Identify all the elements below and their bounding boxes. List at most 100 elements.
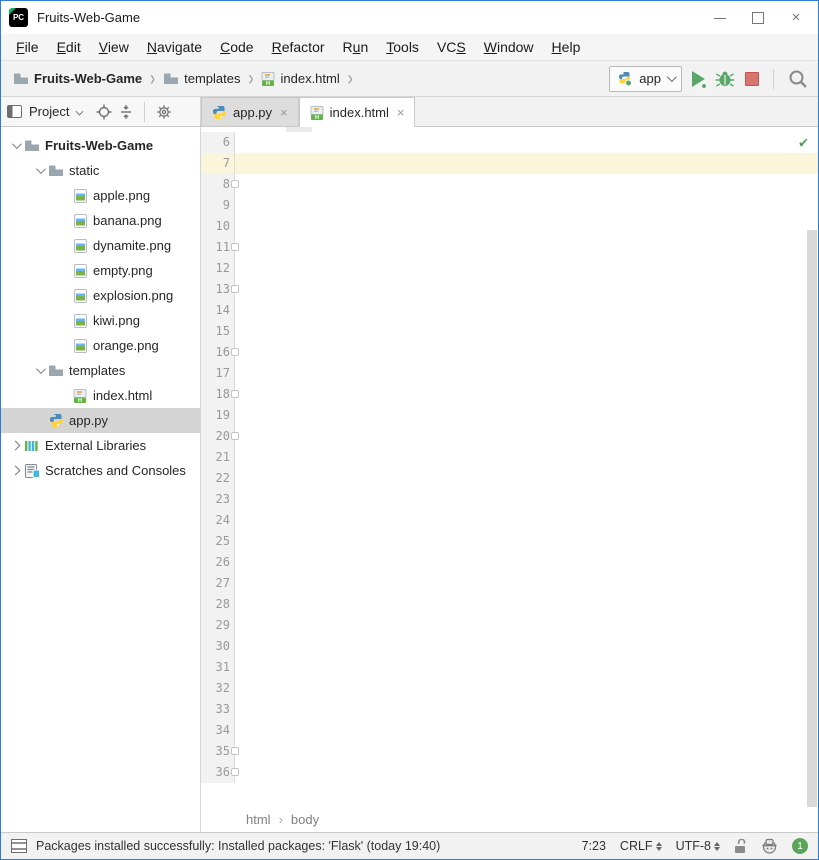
editor-breadcrumb-item[interactable]: html — [246, 812, 271, 827]
menu-item-navigate[interactable]: Navigate — [138, 36, 211, 58]
caret-position[interactable]: 7:23 — [582, 839, 606, 853]
menu-item-vcs[interactable]: VCS — [428, 36, 475, 58]
code-line-22[interactable]: 22 — [201, 468, 818, 489]
tree-item-banana-png[interactable]: banana.png — [1, 208, 200, 233]
code-line-8[interactable]: 8 — [201, 174, 818, 195]
collapse-all-icon[interactable] — [119, 104, 133, 120]
code-line-29[interactable]: 29 — [201, 615, 818, 636]
code-line-32[interactable]: 32 — [201, 678, 818, 699]
tree-item-dynamite-png[interactable]: dynamite.png — [1, 233, 200, 258]
menu-item-file[interactable]: File — [7, 36, 48, 58]
editor-breadcrumb-item[interactable]: body — [291, 812, 319, 827]
code-line-26[interactable]: 26 — [201, 552, 818, 573]
breadcrumb-item[interactable]: Hindex.html — [259, 69, 341, 88]
chevron-down-icon[interactable] — [7, 142, 23, 149]
code-line-19[interactable]: 19 — [201, 405, 818, 426]
code-line-36[interactable]: 36 — [201, 762, 818, 783]
fold-close-icon[interactable] — [231, 747, 239, 755]
readonly-lock-icon[interactable] — [734, 839, 747, 854]
code-line-12[interactable]: 12 — [201, 258, 818, 279]
code-line-18[interactable]: 18 — [201, 384, 818, 405]
run-button[interactable] — [692, 71, 705, 87]
run-configuration-select[interactable]: app — [609, 66, 682, 92]
code-line-23[interactable]: 23 — [201, 489, 818, 510]
code-line-6[interactable]: 6 — [201, 132, 818, 153]
code-line-10[interactable]: 10 — [201, 216, 818, 237]
chevron-down-icon[interactable] — [31, 167, 47, 174]
tree-item-index-html[interactable]: Hindex.html — [1, 383, 200, 408]
tab-close-icon[interactable]: × — [397, 105, 405, 120]
chevron-down-icon[interactable] — [76, 108, 84, 116]
code-line-14[interactable]: 14 — [201, 300, 818, 321]
breadcrumb-item[interactable]: templates — [161, 69, 242, 88]
maximize-button[interactable] — [752, 12, 764, 24]
fold-close-icon[interactable] — [231, 243, 239, 251]
menu-item-tools[interactable]: Tools — [377, 36, 428, 58]
debug-button[interactable] — [715, 70, 735, 88]
chevron-right-icon[interactable] — [7, 442, 23, 449]
tree-item-fruits-web-game[interactable]: Fruits-Web-Game — [1, 133, 200, 158]
code-area[interactable]: ✔ 67891011121314151617181920212223242526… — [201, 127, 818, 807]
code-line-35[interactable]: 35 — [201, 741, 818, 762]
tree-item-templates[interactable]: templates — [1, 358, 200, 383]
locate-file-icon[interactable] — [96, 104, 112, 120]
chevron-right-icon[interactable] — [7, 467, 23, 474]
tab-index.html[interactable]: Hindex.html× — [299, 97, 416, 127]
menu-item-window[interactable]: Window — [475, 36, 543, 58]
search-everywhere-icon[interactable] — [788, 69, 808, 89]
code-line-17[interactable]: 17 — [201, 363, 818, 384]
close-button[interactable]: × — [790, 12, 802, 24]
highlighting-level-icon[interactable] — [761, 838, 778, 854]
fold-close-icon[interactable] — [231, 348, 239, 356]
fold-open-icon[interactable] — [231, 390, 239, 398]
tree-item-app-py[interactable]: app.py — [1, 408, 200, 433]
gear-icon[interactable] — [156, 104, 172, 120]
tool-window-toggle-icon[interactable] — [11, 839, 27, 853]
tree-item-static[interactable]: static — [1, 158, 200, 183]
code-line-25[interactable]: 25 — [201, 531, 818, 552]
code-line-21[interactable]: 21 — [201, 447, 818, 468]
tree-item-explosion-png[interactable]: explosion.png — [1, 283, 200, 308]
tree-item-orange-png[interactable]: orange.png — [1, 333, 200, 358]
menu-item-code[interactable]: Code — [211, 36, 262, 58]
code-line-34[interactable]: 34 — [201, 720, 818, 741]
breadcrumb-item[interactable]: Fruits-Web-Game — [11, 69, 144, 88]
menu-item-view[interactable]: View — [90, 36, 138, 58]
fold-close-icon[interactable] — [231, 768, 239, 776]
tree-item-external-libraries[interactable]: External Libraries — [1, 433, 200, 458]
code-line-9[interactable]: 9 — [201, 195, 818, 216]
code-line-27[interactable]: 27 — [201, 573, 818, 594]
tree-item-scratches-and-consoles[interactable]: Scratches and Consoles — [1, 458, 200, 483]
notification-badge[interactable]: 1 — [792, 838, 808, 854]
code-line-16[interactable]: 16 — [201, 342, 818, 363]
menu-item-run[interactable]: Run — [334, 36, 378, 58]
tree-item-empty-png[interactable]: empty.png — [1, 258, 200, 283]
tab-close-icon[interactable]: × — [280, 105, 288, 120]
code-line-7[interactable]: 7 — [201, 153, 818, 174]
menu-item-help[interactable]: Help — [543, 36, 590, 58]
menu-item-edit[interactable]: Edit — [48, 36, 90, 58]
fold-open-icon[interactable] — [231, 180, 239, 188]
menu-item-refactor[interactable]: Refactor — [263, 36, 334, 58]
tree-item-apple-png[interactable]: apple.png — [1, 183, 200, 208]
encoding-selector[interactable]: UTF-8 — [676, 839, 720, 853]
code-line-15[interactable]: 15 — [201, 321, 818, 342]
line-separator-selector[interactable]: CRLF — [620, 839, 662, 853]
code-line-11[interactable]: 11 — [201, 237, 818, 258]
minimize-button[interactable] — [714, 12, 726, 24]
fold-open-icon[interactable] — [231, 285, 239, 293]
code-line-13[interactable]: 13 — [201, 279, 818, 300]
code-line-31[interactable]: 31 — [201, 657, 818, 678]
project-pane-title[interactable]: Project — [29, 104, 69, 119]
code-line-20[interactable]: 20 — [201, 426, 818, 447]
code-line-33[interactable]: 33 — [201, 699, 818, 720]
fold-close-icon[interactable] — [231, 432, 239, 440]
editor-scrollbar[interactable] — [807, 230, 817, 807]
chevron-down-icon[interactable] — [31, 367, 47, 374]
tab-app.py[interactable]: app.py× — [201, 97, 299, 126]
code-line-28[interactable]: 28 — [201, 594, 818, 615]
stop-button[interactable] — [745, 72, 759, 86]
tree-item-kiwi-png[interactable]: kiwi.png — [1, 308, 200, 333]
code-line-30[interactable]: 30 — [201, 636, 818, 657]
code-line-24[interactable]: 24 — [201, 510, 818, 531]
